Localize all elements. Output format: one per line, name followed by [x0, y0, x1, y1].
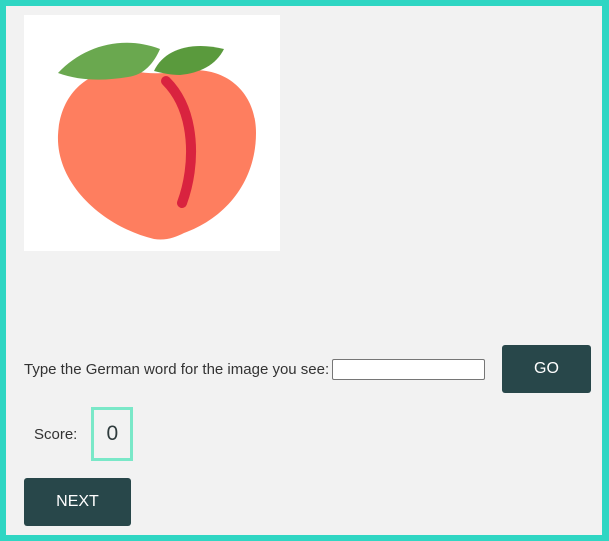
- answer-row: Type the German word for the image you s…: [24, 345, 486, 393]
- score-label: Score:: [34, 425, 78, 443]
- score-row: Score: 0: [34, 407, 134, 461]
- quiz-image: [24, 15, 280, 251]
- go-button[interactable]: GO: [502, 345, 591, 393]
- score-value: 0: [91, 407, 134, 461]
- quiz-container: Type the German word for the image you s…: [6, 6, 602, 535]
- peach-icon: [57, 42, 257, 240]
- answer-input[interactable]: [332, 358, 486, 380]
- next-button[interactable]: NEXT: [24, 478, 131, 526]
- prompt-label: Type the German word for the image you s…: [24, 360, 330, 378]
